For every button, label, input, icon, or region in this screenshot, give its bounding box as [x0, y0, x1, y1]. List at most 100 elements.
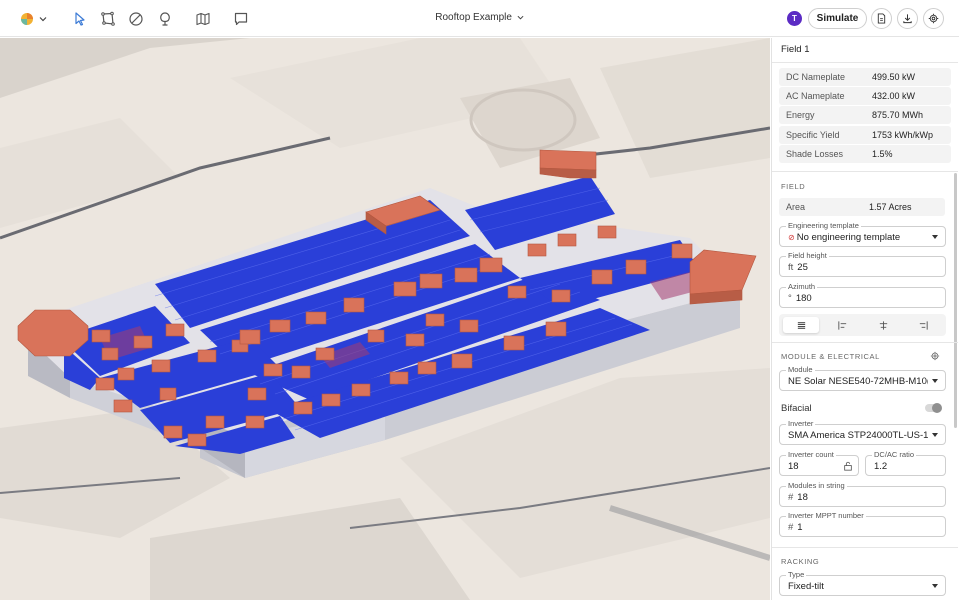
download-button[interactable] — [897, 8, 918, 29]
project-title[interactable]: Rooftop Example — [435, 12, 524, 23]
align-center-button[interactable] — [865, 317, 901, 333]
lock-icon[interactable] — [843, 461, 853, 471]
stat-label: DC Nameplate — [786, 72, 846, 82]
engineering-template-select[interactable]: Engineering template ⊘ No engineering tem… — [779, 221, 946, 247]
field-label: Azimuth — [786, 282, 818, 292]
panel-scrollbar[interactable] — [954, 173, 957, 428]
align-fill-button[interactable] — [783, 317, 819, 333]
stat-value: 1.5% — [872, 149, 893, 159]
draw-field-tool[interactable] — [98, 9, 118, 29]
field-value: 18 — [788, 461, 799, 472]
tree-icon — [160, 12, 170, 26]
comments-button[interactable] — [231, 9, 251, 29]
field-value: 1 — [797, 522, 803, 533]
section-heading-field: FIELD — [781, 182, 806, 191]
stat-value: 1753 kWh/kWp — [872, 130, 934, 140]
field-unit: ft — [788, 262, 794, 273]
no-entry-icon: ⊘ — [788, 233, 795, 242]
divider — [772, 62, 958, 63]
stat-specific-yield: Specific Yield 1753 kWh/kWp — [779, 126, 951, 144]
field-label: Inverter — [786, 419, 816, 429]
stat-label: AC Nameplate — [786, 91, 845, 101]
field-properties-panel: Field 1 DC Nameplate 499.50 kW AC Namepl… — [771, 38, 959, 600]
field-value: 18 — [797, 492, 808, 503]
aerial-scene — [0, 38, 770, 600]
stat-label: Shade Losses — [786, 149, 844, 159]
stat-value: 1.57 Acres — [869, 202, 912, 212]
field-label: DC/AC ratio — [872, 450, 917, 460]
chevron-down-icon — [39, 17, 47, 22]
field-value: SMA America STP24000TL-US-10... — [788, 430, 928, 441]
inverter-select[interactable]: Inverter SMA America STP24000TL-US-10... — [779, 419, 946, 445]
stat-shade-losses: Shade Losses 1.5% — [779, 145, 951, 163]
logo-icon — [21, 13, 33, 25]
field-height-input[interactable]: Field height ft 25 — [779, 251, 946, 277]
align-left-button[interactable] — [824, 317, 860, 333]
panel-title: Field 1 — [781, 44, 810, 55]
divider — [772, 342, 958, 343]
stat-energy: Energy 875.70 MWh — [779, 106, 951, 124]
field-unit: # — [788, 492, 794, 503]
align-right-icon — [919, 320, 928, 330]
avatar[interactable]: T — [787, 11, 802, 26]
field-label: Modules in string — [786, 481, 847, 491]
field-unit: # — [788, 522, 794, 533]
chevron-down-icon — [932, 379, 938, 383]
report-button[interactable] — [871, 8, 892, 29]
app-logo-menu[interactable] — [20, 9, 50, 29]
bifacial-label: Bifacial — [781, 403, 812, 414]
field-value: Fixed-tilt — [788, 581, 824, 592]
keepout-icon — [129, 12, 143, 26]
field-label: Module — [786, 365, 815, 375]
align-justify-icon — [797, 321, 805, 329]
stat-label: Area — [786, 202, 806, 212]
module-settings-icon[interactable] — [930, 351, 940, 361]
tree-tool[interactable] — [155, 9, 175, 29]
section-heading-module: MODULE & ELECTRICAL — [781, 352, 880, 361]
align-left-icon — [837, 320, 846, 330]
field-value: 1.2 — [874, 461, 888, 472]
divider — [772, 171, 958, 172]
stat-dc-nameplate: DC Nameplate 499.50 kW — [779, 68, 951, 86]
align-right-button[interactable] — [905, 317, 941, 333]
azimuth-input[interactable]: Azimuth ° 180 — [779, 282, 946, 308]
field-area: Area 1.57 Acres — [779, 198, 945, 216]
settings-button[interactable] — [923, 8, 944, 29]
inverter-count-input[interactable]: Inverter count 18 — [779, 450, 859, 476]
field-unit: ° — [788, 293, 792, 304]
map-3d-view[interactable] — [0, 38, 770, 600]
stat-ac-nameplate: AC Nameplate 432.00 kW — [779, 87, 951, 105]
section-heading-racking: RACKING — [781, 557, 820, 566]
field-label: Engineering template — [786, 221, 861, 231]
modules-in-string-input[interactable]: Modules in string #18 — [779, 481, 946, 507]
inverter-mppt-number-input[interactable]: Inverter MPPT number #1 — [779, 511, 946, 537]
comment-icon — [234, 12, 248, 26]
bifacial-toggle[interactable] — [925, 403, 942, 413]
module-select[interactable]: Module NE Solar NESE540-72MHB-M10(2... — [779, 365, 946, 391]
map-layers-button[interactable] — [193, 9, 213, 29]
chevron-down-icon — [932, 235, 938, 239]
field-label: Inverter count — [786, 450, 836, 460]
keepout-tool[interactable] — [126, 9, 146, 29]
dc-ac-ratio-input[interactable]: DC/AC ratio 1.2 — [865, 450, 946, 476]
project-title-text: Rooftop Example — [435, 12, 512, 23]
chevron-down-icon — [932, 433, 938, 437]
stat-value: 499.50 kW — [872, 72, 916, 82]
field-value: NE Solar NESE540-72MHB-M10(2... — [788, 376, 928, 387]
select-tool[interactable] — [70, 9, 90, 29]
polygon-draw-icon — [101, 11, 115, 26]
chevron-down-icon — [932, 584, 938, 588]
field-label: Inverter MPPT number — [786, 511, 866, 521]
download-icon — [903, 14, 912, 24]
field-label: Type — [786, 570, 807, 580]
stat-value: 875.70 MWh — [872, 110, 924, 120]
stat-label: Specific Yield — [786, 130, 840, 140]
chevron-down-icon — [517, 15, 524, 20]
settings-icon — [928, 13, 939, 24]
racking-type-select[interactable]: Type Fixed-tilt — [779, 570, 946, 596]
align-center-icon — [879, 320, 887, 330]
field-value: 25 — [797, 262, 808, 273]
simulate-button[interactable]: Simulate — [808, 8, 867, 29]
stat-value: 432.00 kW — [872, 91, 916, 101]
map-icon — [196, 12, 210, 26]
